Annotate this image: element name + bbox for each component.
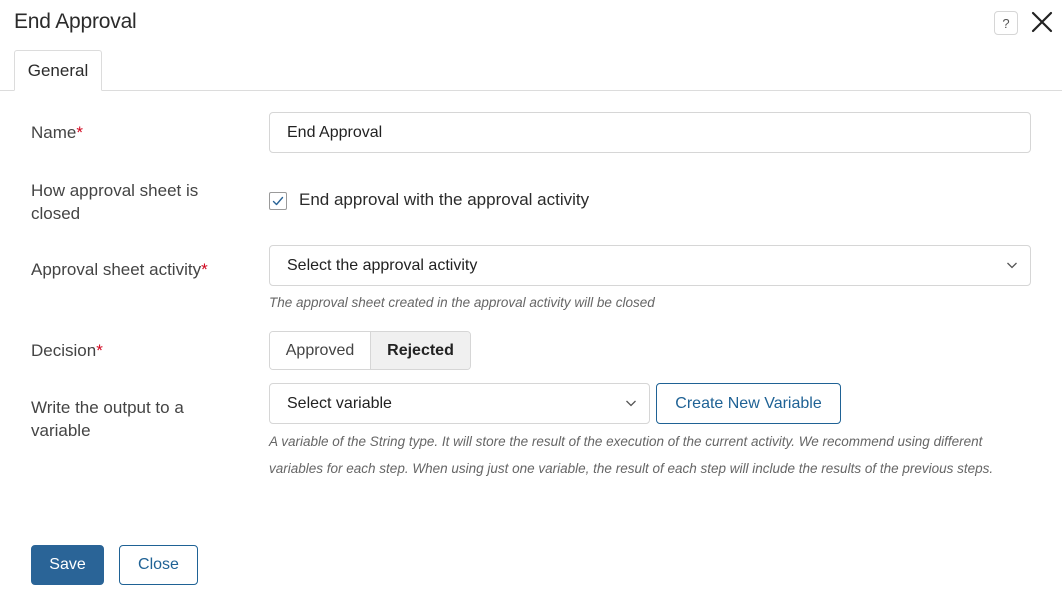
closing-label: How approval sheet is closed xyxy=(31,181,199,223)
decision-toggle: Approved Rejected xyxy=(269,331,471,370)
close-icon[interactable] xyxy=(1030,10,1054,34)
chevron-down-icon xyxy=(1007,262,1017,269)
required-mark: * xyxy=(76,123,83,142)
required-mark: * xyxy=(96,341,103,360)
output-label: Write the output to a variable xyxy=(31,398,184,440)
name-input[interactable]: End Approval xyxy=(269,112,1031,153)
decision-rejected-button[interactable]: Rejected xyxy=(371,332,470,369)
activity-label: Approval sheet activity* xyxy=(31,260,208,279)
decision-approved-button[interactable]: Approved xyxy=(270,332,371,369)
activity-select[interactable]: Select the approval activity xyxy=(269,245,1031,286)
output-hint-line-2: variables for each step. When using just… xyxy=(269,461,994,476)
activity-select-value: Select the approval activity xyxy=(287,256,478,274)
end-approval-checkbox[interactable] xyxy=(269,192,287,210)
variable-select-value: Select variable xyxy=(287,394,392,412)
activity-hint: The approval sheet created in the approv… xyxy=(269,295,655,310)
required-mark: * xyxy=(201,260,208,279)
chevron-down-icon xyxy=(626,400,636,407)
tab-bar: General xyxy=(0,50,1062,91)
name-label: Name* xyxy=(31,123,83,142)
question-icon: ? xyxy=(1002,15,1010,31)
decision-label: Decision* xyxy=(31,341,103,360)
create-variable-button[interactable]: Create New Variable xyxy=(656,383,841,424)
dialog-title: End Approval xyxy=(14,10,137,33)
close-button[interactable]: Close xyxy=(119,545,198,585)
output-hint-line-1: A variable of the String type. It will s… xyxy=(269,434,983,449)
checkbox-label: End approval with the approval activity xyxy=(299,190,590,209)
save-button[interactable]: Save xyxy=(31,545,104,585)
checkmark-icon xyxy=(272,196,284,206)
help-button[interactable]: ? xyxy=(994,11,1018,35)
variable-select[interactable]: Select variable xyxy=(269,383,650,424)
tab-general[interactable]: General xyxy=(14,50,102,91)
